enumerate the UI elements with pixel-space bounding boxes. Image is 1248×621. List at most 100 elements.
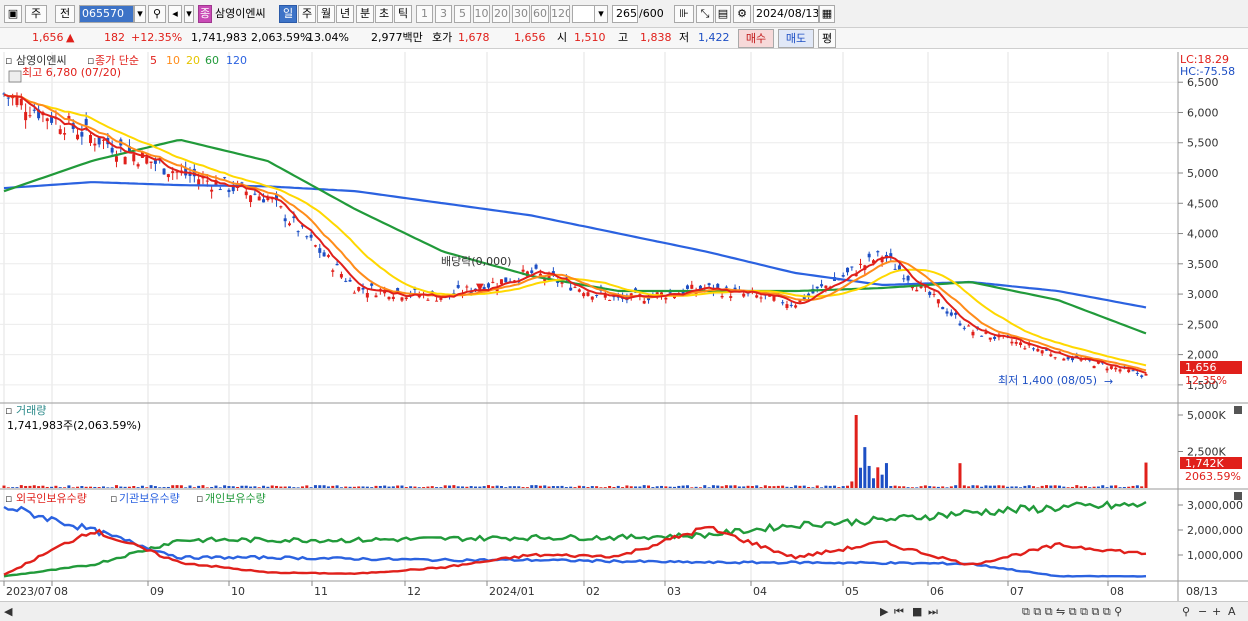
- stock-chart[interactable]: ▫ 삼영이엔씨 ▫ 종가 단순 5 10 20 60 120 최고 6,780 …: [0, 50, 1248, 601]
- candle-body: [84, 118, 88, 126]
- crosshair-icon[interactable]: ⤡: [696, 5, 714, 23]
- history-dropdown-icon[interactable]: ▾: [184, 5, 194, 23]
- candle-body: [110, 147, 114, 153]
- candle-body: [1114, 367, 1118, 370]
- jump-end-icon[interactable]: ⏭: [928, 605, 938, 619]
- volume-bar: [768, 486, 772, 488]
- buy-button[interactable]: 매수: [738, 29, 774, 48]
- candle-body: [897, 265, 901, 270]
- volume-bar: [1001, 485, 1005, 488]
- volume-bar: [469, 486, 473, 488]
- date-tick-6: 2024/01: [489, 585, 535, 598]
- scroll-left-icon[interactable]: ◀: [4, 605, 12, 619]
- volume-bar: [50, 486, 54, 488]
- interval-dropdown-icon[interactable]: ▾: [594, 5, 608, 23]
- gear-icon[interactable]: ⚙: [733, 5, 751, 23]
- code-dropdown-icon[interactable]: ▾: [134, 5, 146, 23]
- period-tab-6[interactable]: 틱: [394, 5, 412, 23]
- legend-ma-10: 10: [166, 54, 180, 67]
- scroll-right-icon[interactable]: ▶: [880, 605, 888, 619]
- candle-body: [244, 191, 248, 196]
- volume-bar: [902, 486, 906, 488]
- legend-institution: 기관보유수량: [119, 492, 180, 505]
- window-menu-icon[interactable]: ▣: [4, 5, 22, 23]
- prev-button[interactable]: 전: [55, 5, 75, 23]
- market-select[interactable]: 주: [25, 5, 47, 23]
- interval-button-3[interactable]: 3: [435, 5, 452, 23]
- calendar-icon[interactable]: ▦: [819, 5, 835, 23]
- candle-body: [936, 299, 940, 304]
- volume-bar: [716, 485, 720, 488]
- svg-text:▫: ▫: [110, 492, 117, 505]
- volume-value: 1,741,983: [191, 31, 247, 44]
- search-icon[interactable]: ⚲: [148, 5, 166, 23]
- volume-bar: [244, 485, 248, 488]
- volume-bar: [76, 486, 80, 488]
- candle-body: [352, 292, 356, 294]
- volume-bar: [63, 487, 67, 488]
- count-input[interactable]: 265: [612, 5, 638, 23]
- period-tab-1[interactable]: 주: [298, 5, 316, 23]
- tool-icons[interactable]: ⧉ ⧉ ⧉ ⇋ ⧉ ⧉ ⧉ ⧉ ⚲: [1022, 605, 1122, 619]
- auto-scale-icon[interactable]: A: [1228, 605, 1236, 619]
- volume-bar: [1062, 486, 1066, 488]
- candle-body: [279, 206, 283, 208]
- interval-button-1[interactable]: 1: [416, 5, 433, 23]
- volume-bar: [201, 485, 205, 488]
- candle-style-icon[interactable]: ⊪: [674, 5, 694, 23]
- date-tick-1: 08: [54, 585, 68, 598]
- code-input[interactable]: 065570: [79, 5, 134, 23]
- volume-bar: [988, 485, 992, 488]
- interval-button-5[interactable]: 5: [454, 5, 471, 23]
- jump-start-icon[interactable]: ⏮: [894, 605, 904, 619]
- quote-bar: 1,656 ▲ 182 +12.35% 1,741,983 2,063.59% …: [0, 28, 1248, 49]
- volume-bar: [928, 486, 932, 488]
- period-tab-5[interactable]: 초: [375, 5, 393, 23]
- candle-body: [915, 289, 919, 292]
- candle-body: [1036, 349, 1040, 352]
- volume-bar: [318, 485, 322, 488]
- volume-bar: [231, 486, 235, 488]
- legend-ma-20: 20: [186, 54, 200, 67]
- sell-button[interactable]: 매도: [778, 29, 814, 48]
- period-tab-0[interactable]: 일: [279, 5, 297, 23]
- interval-button-20[interactable]: 20: [492, 5, 510, 23]
- interval-button-120[interactable]: 120: [550, 5, 570, 23]
- date-input[interactable]: 2024/08/13: [753, 5, 819, 23]
- volume-bar: [11, 487, 15, 488]
- volume-bar: [880, 474, 884, 488]
- volume-bar: [218, 487, 222, 488]
- period-tab-2[interactable]: 월: [317, 5, 335, 23]
- volume-bar: [932, 486, 936, 488]
- zoom-icon[interactable]: ⚲: [1182, 605, 1190, 619]
- volume-bar: [1079, 486, 1083, 488]
- period-tab-4[interactable]: 분: [356, 5, 374, 23]
- zoom-out-icon[interactable]: −: [1198, 605, 1207, 619]
- legend-foreign: 외국인보유수량: [16, 492, 87, 505]
- scroll-bar[interactable]: ◀ ▶ ⏮ ■ ⏭ ⧉ ⧉ ⧉ ⇋ ⧉ ⧉ ⧉ ⧉ ⚲ ⚲ − + A: [0, 601, 1248, 621]
- candle-body: [326, 255, 330, 257]
- candle-body: [435, 300, 439, 302]
- evaluate-button[interactable]: 평: [818, 29, 836, 48]
- interval-button-10[interactable]: 10: [473, 5, 490, 23]
- candle-body: [58, 129, 62, 134]
- save-icon[interactable]: ▤: [715, 5, 731, 23]
- stop-icon[interactable]: ■: [912, 605, 922, 619]
- period-tab-3[interactable]: 년: [336, 5, 354, 23]
- volume-bar: [590, 486, 594, 488]
- volume-bar: [279, 486, 283, 488]
- volume-bar: [616, 485, 620, 488]
- volume-bar: [19, 485, 23, 488]
- volume-bar: [677, 485, 681, 488]
- candle-body: [6, 97, 10, 99]
- interval-button-60[interactable]: 60: [531, 5, 549, 23]
- volume-bar: [171, 485, 175, 488]
- volume-bar: [703, 485, 707, 488]
- volume-bar: [296, 487, 300, 488]
- zoom-in-icon[interactable]: +: [1212, 605, 1221, 619]
- interval-button-30[interactable]: 30: [512, 5, 530, 23]
- volume-bar: [534, 485, 538, 488]
- volume-bar: [140, 485, 144, 488]
- sound-icon[interactable]: ◂: [168, 5, 182, 23]
- volume-bar: [1040, 485, 1044, 488]
